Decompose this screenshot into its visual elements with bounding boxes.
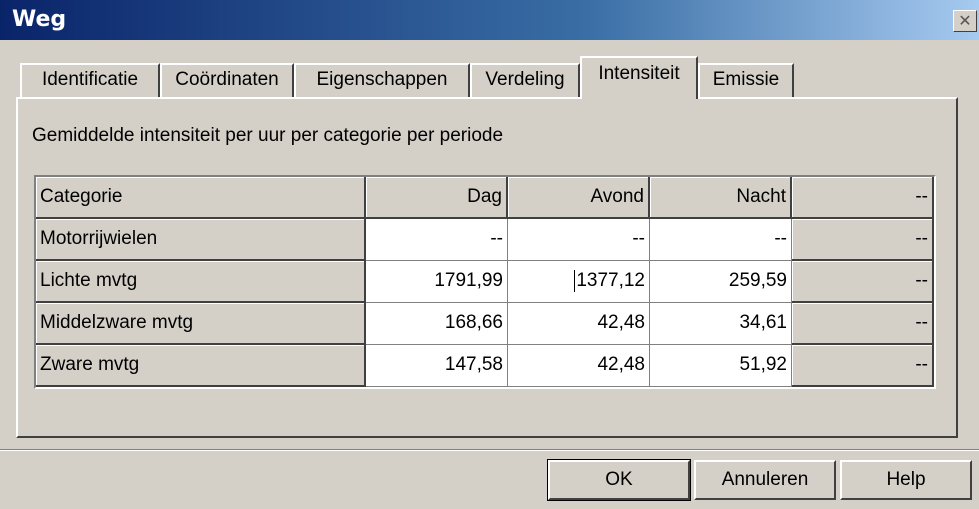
cell-motorrijwielen-extra: -- xyxy=(792,219,934,261)
tab-identificatie[interactable]: Identificatie xyxy=(20,63,160,97)
header-categorie[interactable]: Categorie xyxy=(36,177,366,219)
ok-button[interactable]: OK xyxy=(547,459,691,501)
tab-label: Intensiteit xyxy=(598,63,680,84)
cancel-button[interactable]: Annuleren xyxy=(694,460,836,500)
row-header-middelzware-mvtg: Middelzware mvtg xyxy=(36,303,366,345)
cell-zware-dag[interactable]: 147,58 xyxy=(366,345,508,387)
help-button[interactable]: Help xyxy=(840,460,972,500)
close-button[interactable]: ✕ xyxy=(953,10,977,32)
tab-label: Verdeling xyxy=(485,69,565,90)
tab-intensiteit[interactable]: Intensiteit xyxy=(580,56,698,99)
cell-middelzware-avond[interactable]: 42,48 xyxy=(508,303,650,345)
row-header-lichte-mvtg: Lichte mvtg xyxy=(36,261,366,303)
cell-motorrijwielen-nacht[interactable]: -- xyxy=(650,219,792,261)
tab-label: Emissie xyxy=(712,69,780,90)
row-header-zware-mvtg: Zware mvtg xyxy=(36,345,366,387)
button-area-divider xyxy=(0,449,979,451)
cell-lichte-extra: -- xyxy=(792,261,934,303)
cell-middelzware-extra: -- xyxy=(792,303,934,345)
window-title: Weg xyxy=(12,7,67,32)
panel-caption: Gemiddelde intensiteit per uur per categ… xyxy=(32,125,504,146)
close-icon: ✕ xyxy=(958,11,972,30)
tab-verdeling[interactable]: Verdeling xyxy=(470,63,580,97)
header-nacht[interactable]: Nacht xyxy=(650,177,792,219)
cell-middelzware-dag[interactable]: 168,66 xyxy=(366,303,508,345)
tab-eigenschappen[interactable]: Eigenschappen xyxy=(294,63,470,97)
header-dag[interactable]: Dag xyxy=(366,177,508,219)
tab-label: Eigenschappen xyxy=(316,69,448,90)
header-extra[interactable]: -- xyxy=(792,177,934,219)
tab-label: Identificatie xyxy=(41,69,139,90)
cell-zware-avond[interactable]: 42,48 xyxy=(508,345,650,387)
cell-lichte-nacht[interactable]: 259,59 xyxy=(650,261,792,303)
row-header-motorrijwielen: Motorrijwielen xyxy=(36,219,366,261)
tab-emissie[interactable]: Emissie xyxy=(698,63,794,97)
intensiteit-panel: Gemiddelde intensiteit per uur per categ… xyxy=(16,97,958,438)
cell-zware-nacht[interactable]: 51,92 xyxy=(650,345,792,387)
cell-motorrijwielen-dag[interactable]: -- xyxy=(366,219,508,261)
cell-lichte-avond[interactable]: 1377,12 xyxy=(508,261,650,303)
title-bar: Weg ✕ xyxy=(0,0,979,40)
cell-motorrijwielen-avond[interactable]: -- xyxy=(508,219,650,261)
cell-lichte-dag[interactable]: 1791,99 xyxy=(366,261,508,303)
intensity-grid[interactable]: Categorie Dag Avond Nacht -- Motorrijwie… xyxy=(34,175,936,389)
tab-coordinaten[interactable]: Coördinaten xyxy=(160,63,294,97)
cell-value: 1377,12 xyxy=(576,270,645,291)
header-avond[interactable]: Avond xyxy=(508,177,650,219)
cell-zware-extra: -- xyxy=(792,345,934,387)
cell-middelzware-nacht[interactable]: 34,61 xyxy=(650,303,792,345)
tab-label: Coördinaten xyxy=(175,69,279,90)
